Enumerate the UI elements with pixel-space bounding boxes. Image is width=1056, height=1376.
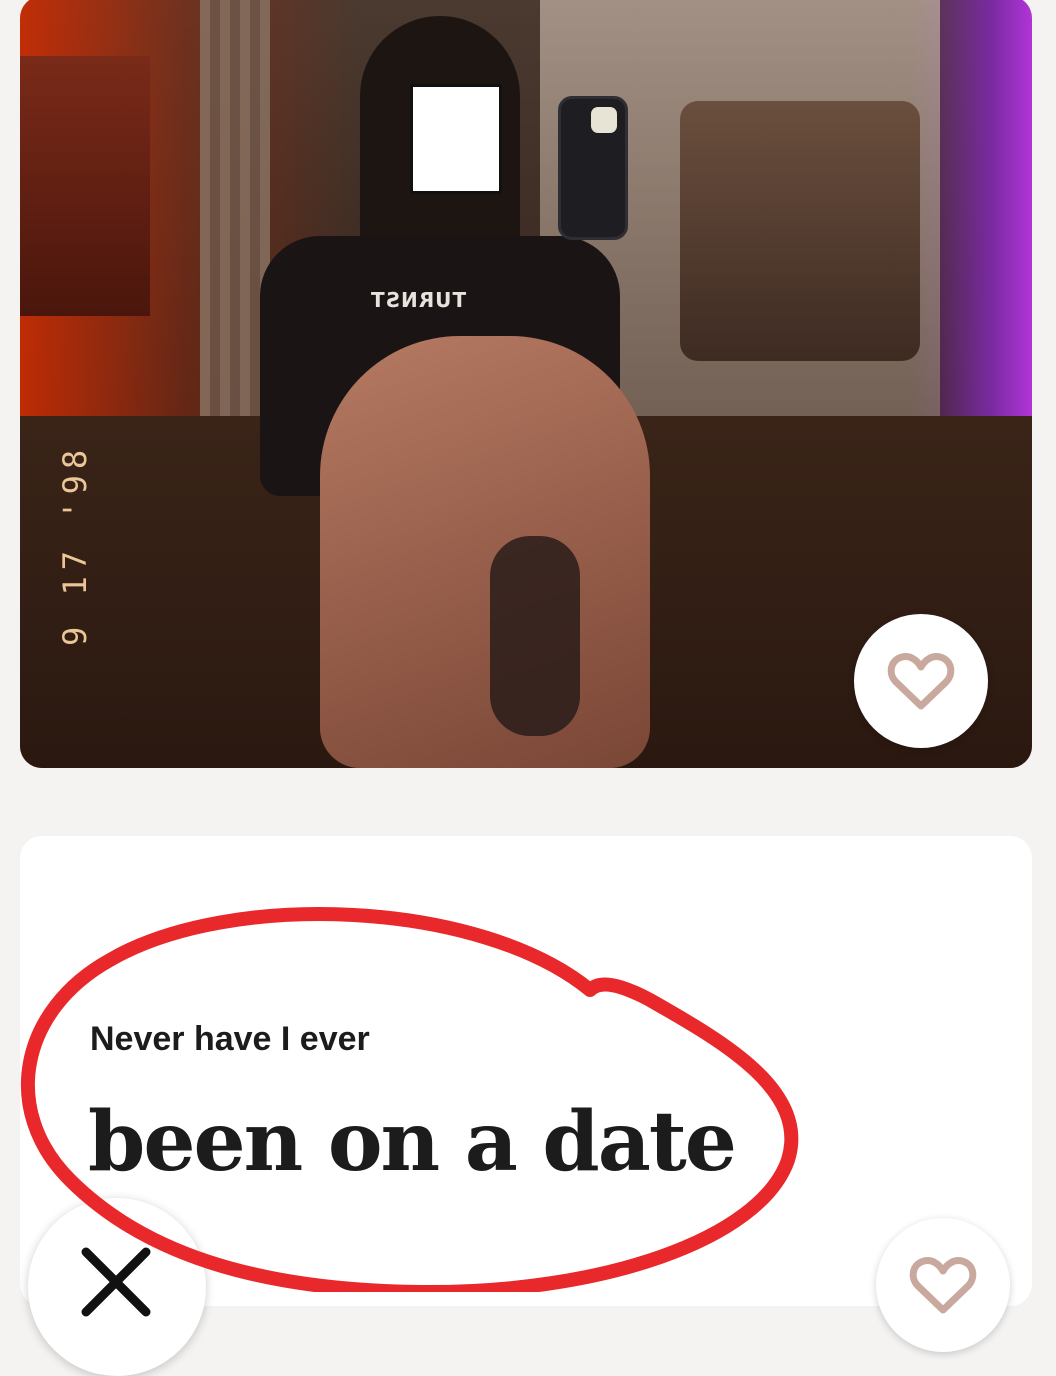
face-censor-box <box>410 84 502 194</box>
phone-camera <box>591 107 617 133</box>
skip-button[interactable] <box>28 1198 206 1376</box>
prompt-answer: been on a date <box>88 1094 737 1190</box>
shirt-print-text: TURNST <box>370 288 467 312</box>
prompt-question: Never have I ever <box>90 1020 370 1058</box>
like-prompt-button[interactable] <box>876 1218 1010 1352</box>
photo-couch <box>680 101 920 361</box>
like-photo-button[interactable] <box>854 614 988 748</box>
close-icon <box>80 1246 152 1323</box>
photo-date-stamp: 9 17 '98 <box>56 443 94 646</box>
heart-icon <box>908 1254 978 1316</box>
phone-in-hand <box>558 96 628 240</box>
person-legs <box>320 336 650 768</box>
heart-icon <box>886 650 956 712</box>
photo-shelf <box>20 56 150 316</box>
leg-tattoo <box>490 536 580 736</box>
